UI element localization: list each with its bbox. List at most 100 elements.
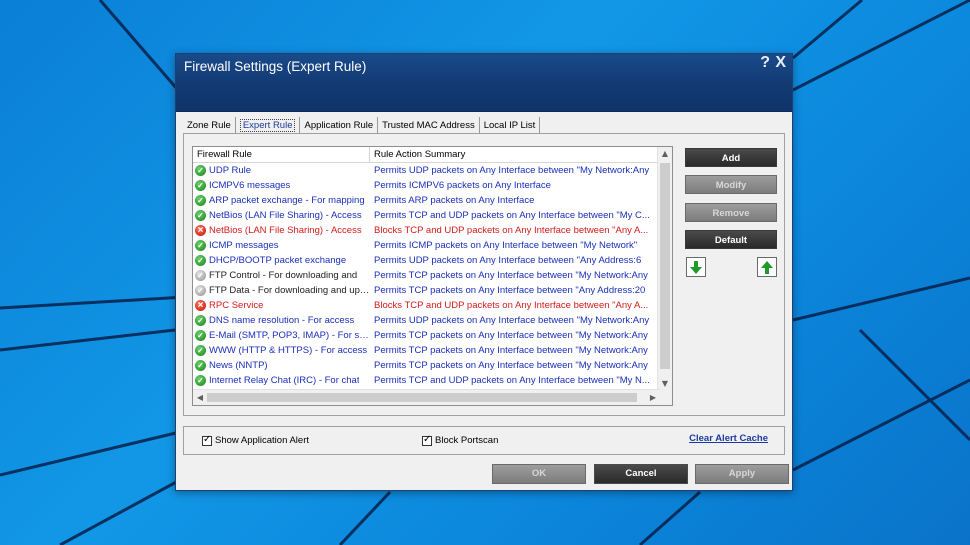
- rule-name-cell: FTP Data - For downloading and uploading: [193, 283, 370, 298]
- tab-application-rule[interactable]: Application Rule: [300, 117, 379, 134]
- x-circle-icon: [195, 300, 206, 311]
- rule-name: Internet Relay Chat (IRC) - For chat: [209, 375, 360, 386]
- tab-strip: Zone Rule Expert Rule Application Rule T…: [183, 116, 541, 134]
- scroll-left-icon[interactable]: ◀: [193, 390, 207, 405]
- check-circle-icon: [195, 345, 206, 356]
- scroll-corner: [658, 390, 672, 405]
- move-down-button[interactable]: [686, 257, 706, 277]
- x-circle-icon: [195, 225, 206, 236]
- check-circle-icon: [195, 315, 206, 326]
- rule-name: E-Mail (SMTP, POP3, IMAP) - For sending: [209, 330, 370, 341]
- table-row[interactable]: News (NNTP) Permits TCP packets on Any In…: [193, 358, 658, 373]
- table-row[interactable]: ICMPV6 messages Permits ICMPV6 packets on…: [193, 178, 658, 193]
- rule-action-cell: Permits TCP and UDP packets on Any Inter…: [374, 375, 650, 386]
- rule-action-cell: Permits ICMPV6 packets on Any Interface: [374, 180, 551, 191]
- table-row[interactable]: NetBios (LAN File Sharing) - Access Permi…: [193, 208, 658, 223]
- table-row[interactable]: ARP packet exchange - For mapping Permits…: [193, 193, 658, 208]
- rule-name: NetBios (LAN File Sharing) - Access: [209, 225, 362, 236]
- rule-name-cell: E-Mail (SMTP, POP3, IMAP) - For sending: [193, 328, 370, 343]
- rule-name: ARP packet exchange - For mapping: [209, 195, 365, 206]
- title-bar[interactable]: Firewall Settings (Expert Rule) ? X: [176, 54, 792, 112]
- check-circle-icon: [195, 255, 206, 266]
- apply-button[interactable]: Apply: [695, 464, 789, 484]
- rule-name-cell: News (NNTP): [193, 358, 370, 373]
- rule-name-cell: Internet Relay Chat (IRC) - For chat: [193, 373, 370, 388]
- table-row[interactable]: RPC Service Blocks TCP and UDP packets on…: [193, 298, 658, 313]
- rule-action-cell: Permits TCP packets on Any Interface bet…: [374, 360, 648, 371]
- table-row[interactable]: Internet Relay Chat (IRC) - For chat Perm…: [193, 373, 658, 388]
- checkbox-label: Block Portscan: [435, 435, 499, 446]
- clear-alert-cache-link[interactable]: Clear Alert Cache: [689, 433, 768, 444]
- modify-button[interactable]: Modify: [685, 175, 777, 194]
- rule-name-cell: FTP Control - For downloading and: [193, 268, 370, 283]
- table-row[interactable]: ICMP messages Permits ICMP packets on Any…: [193, 238, 658, 253]
- rule-name: RPC Service: [209, 300, 264, 311]
- rule-name-cell: ICMPV6 messages: [193, 178, 370, 193]
- table-row[interactable]: DNS name resolution - For access Permits …: [193, 313, 658, 328]
- rules-listview[interactable]: Firewall Rule Rule Action Summary UDP Ru…: [192, 146, 673, 406]
- scroll-down-icon[interactable]: ▼: [658, 377, 672, 391]
- rule-name: News (NNTP): [209, 360, 268, 371]
- tab-zone-rule[interactable]: Zone Rule: [183, 117, 236, 134]
- rule-action-cell: Permits ARP packets on Any Interface: [374, 195, 535, 206]
- table-row[interactable]: NetBios (LAN File Sharing) - Access Block…: [193, 223, 658, 238]
- show-application-alert-checkbox[interactable]: Show Application Alert: [202, 434, 310, 446]
- table-row[interactable]: WWW (HTTP & HTTPS) - For access Permits T…: [193, 343, 658, 358]
- cancel-button[interactable]: Cancel: [594, 464, 688, 484]
- remove-button[interactable]: Remove: [685, 203, 777, 222]
- move-up-button[interactable]: [757, 257, 777, 277]
- vertical-scrollbar[interactable]: ▲ ▼: [657, 147, 672, 391]
- rule-action-cell: Permits TCP packets on Any Interface bet…: [374, 285, 646, 296]
- vertical-scroll-thumb[interactable]: [660, 163, 670, 369]
- check-circle-icon: [195, 195, 206, 206]
- tab-label: Expert Rule: [239, 119, 296, 132]
- block-portscan-checkbox[interactable]: Block Portscan: [422, 434, 499, 446]
- close-icon[interactable]: X: [775, 54, 786, 72]
- rule-action-cell: Permits UDP packets on Any Interface bet…: [374, 255, 642, 266]
- window-title: Firewall Settings (Expert Rule): [184, 59, 367, 74]
- rule-name: NetBios (LAN File Sharing) - Access: [209, 210, 362, 221]
- checkbox-label: Show Application Alert: [215, 435, 310, 446]
- checkbox-box[interactable]: [202, 434, 212, 446]
- rule-action-cell: Permits TCP packets on Any Interface bet…: [374, 330, 648, 341]
- firewall-settings-dialog: Firewall Settings (Expert Rule) ? X Zone…: [175, 53, 793, 491]
- rule-name-cell: NetBios (LAN File Sharing) - Access: [193, 223, 370, 238]
- tab-local-ip-list[interactable]: Local IP List: [480, 117, 541, 134]
- table-row[interactable]: E-Mail (SMTP, POP3, IMAP) - For sending P…: [193, 328, 658, 343]
- rule-action-cell: Permits TCP packets on Any Interface bet…: [374, 345, 648, 356]
- rule-action-cell: Permits ICMP packets on Any Interface be…: [374, 240, 638, 251]
- scroll-up-icon[interactable]: ▲: [658, 147, 672, 161]
- rule-action-cell: Permits UDP packets on Any Interface bet…: [374, 165, 650, 176]
- table-row[interactable]: DHCP/BOOTP packet exchange Permits UDP pa…: [193, 253, 658, 268]
- table-row[interactable]: FTP Data - For downloading and uploading…: [193, 283, 658, 298]
- rule-name-cell: DHCP/BOOTP packet exchange: [193, 253, 370, 268]
- help-icon[interactable]: ?: [760, 54, 770, 72]
- add-button[interactable]: Add: [685, 148, 777, 167]
- rule-name-cell: WWW (HTTP & HTTPS) - For access: [193, 343, 370, 358]
- column-header-firewall-rule[interactable]: Firewall Rule: [193, 147, 370, 162]
- check-circle-icon: [195, 270, 206, 281]
- tab-trusted-mac-address[interactable]: Trusted MAC Address: [378, 117, 480, 134]
- default-button[interactable]: Default: [685, 230, 777, 249]
- rule-name-cell: ARP packet exchange - For mapping: [193, 193, 370, 208]
- check-circle-icon: [195, 165, 206, 176]
- rule-name-cell: UDP Rule: [193, 163, 370, 178]
- rule-action-cell: Blocks TCP and UDP packets on Any Interf…: [374, 225, 649, 236]
- rule-action-cell: Permits UDP packets on Any Interface bet…: [374, 315, 650, 326]
- horizontal-scrollbar[interactable]: ◀ ▶: [193, 389, 660, 405]
- tab-label: Local IP List: [483, 120, 536, 131]
- rule-name-cell: NetBios (LAN File Sharing) - Access: [193, 208, 370, 223]
- tab-label: Application Rule: [304, 120, 374, 131]
- rule-name-cell: RPC Service: [193, 298, 370, 313]
- expert-rule-panel: Firewall Rule Rule Action Summary UDP Ru…: [183, 133, 785, 416]
- horizontal-scroll-thumb[interactable]: [207, 393, 637, 402]
- ok-button[interactable]: OK: [492, 464, 586, 484]
- tab-expert-rule[interactable]: Expert Rule: [236, 117, 301, 134]
- checkbox-box[interactable]: [422, 434, 432, 446]
- rule-name: ICMP messages: [209, 240, 279, 251]
- column-header-rule-action-summary[interactable]: Rule Action Summary: [370, 147, 658, 162]
- table-row[interactable]: FTP Control - For downloading and Permits…: [193, 268, 658, 283]
- check-circle-icon: [195, 375, 206, 386]
- table-row[interactable]: UDP Rule Permits UDP packets on Any Inter…: [193, 163, 658, 178]
- rule-name-cell: ICMP messages: [193, 238, 370, 253]
